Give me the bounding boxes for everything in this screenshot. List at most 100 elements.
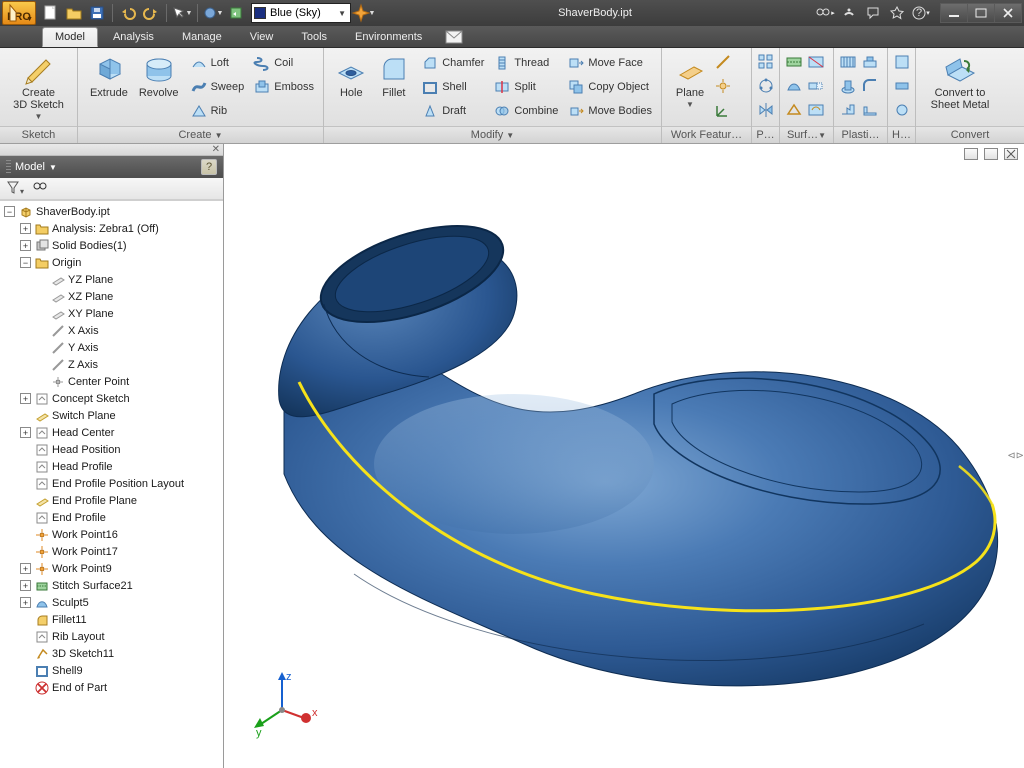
notification-mail-icon[interactable] [443, 27, 465, 47]
tree-item[interactable]: Head Position [0, 441, 223, 458]
expand-icon[interactable]: + [20, 427, 31, 438]
tree-item[interactable]: +Work Point9 [0, 560, 223, 577]
tree-item[interactable]: +Analysis: Zebra1 (Off) [0, 220, 223, 237]
rib-button[interactable]: Rib [188, 100, 248, 122]
tree-item[interactable]: −Origin [0, 254, 223, 271]
replace-face-icon[interactable] [806, 100, 826, 120]
tree-item[interactable]: XY Plane [0, 305, 223, 322]
tree-item[interactable]: Z Axis [0, 356, 223, 373]
browser-help-icon[interactable]: ? [201, 159, 217, 175]
rest-icon[interactable] [860, 52, 880, 72]
panel-modify-title[interactable]: Modify ▼ [324, 126, 661, 143]
ucs-icon[interactable] [713, 100, 733, 120]
tree-item[interactable]: +Head Center [0, 424, 223, 441]
tree-item[interactable]: End Profile Position Layout [0, 475, 223, 492]
communication-icon[interactable] [861, 2, 885, 24]
split-button[interactable]: Split [491, 76, 561, 98]
coil-button[interactable]: Coil [251, 52, 317, 74]
hole-button[interactable]: Hole [330, 52, 373, 99]
search-toggle-icon[interactable]: ▸ [813, 2, 837, 24]
collapse-icon[interactable]: − [4, 206, 15, 217]
tree-item[interactable]: +Solid Bodies(1) [0, 237, 223, 254]
panel-create-title[interactable]: Create ▼ [78, 126, 323, 143]
extrude-button[interactable]: Extrude [84, 52, 134, 99]
find-icon[interactable] [32, 180, 48, 197]
tree-item[interactable]: Fillet11 [0, 611, 223, 628]
tab-tools[interactable]: Tools [288, 27, 340, 47]
grill-icon[interactable] [838, 52, 858, 72]
tree-item[interactable]: +Concept Sketch [0, 390, 223, 407]
undo-icon[interactable] [117, 2, 139, 24]
help-icon[interactable]: ?▾ [909, 2, 933, 24]
tree-item[interactable]: Switch Plane [0, 407, 223, 424]
stitch-icon[interactable] [784, 52, 804, 72]
create-3d-sketch-button[interactable]: Create 3D Sketch ▼ [6, 52, 71, 121]
filter-funnel-icon[interactable]: ▾ [6, 180, 24, 197]
tree-item[interactable]: Work Point16 [0, 526, 223, 543]
move-face-button[interactable]: Move Face [565, 52, 655, 74]
snap-fit-icon[interactable] [838, 100, 858, 120]
graphics-viewport[interactable]: ⊲⊳ [224, 144, 1024, 768]
expand-icon[interactable]: + [20, 240, 31, 251]
mirror-icon[interactable] [756, 100, 776, 120]
rectangular-pattern-icon[interactable] [756, 52, 776, 72]
revolve-button[interactable]: Revolve [134, 52, 184, 99]
sweep-button[interactable]: Sweep [188, 76, 248, 98]
expand-icon[interactable]: + [20, 563, 31, 574]
browser-close-icon[interactable]: ✕ [212, 144, 220, 155]
browser-header[interactable]: Model ▼ ? [0, 156, 223, 178]
tree-item[interactable]: Head Profile [0, 458, 223, 475]
return-icon[interactable] [225, 2, 247, 24]
minimize-button[interactable] [940, 3, 968, 23]
material-icon[interactable]: ▼ [202, 2, 224, 24]
tree-item[interactable]: 3D Sketch11 [0, 645, 223, 662]
boundary-patch-icon[interactable] [784, 100, 804, 120]
draft-button[interactable]: Draft [419, 100, 487, 122]
tab-model[interactable]: Model [42, 27, 98, 47]
tree-item[interactable]: Work Point17 [0, 543, 223, 560]
expand-icon[interactable]: + [20, 393, 31, 404]
select-icon[interactable]: ▼ [171, 2, 193, 24]
color-style-dropdown[interactable]: Blue (Sky) ▼ [251, 3, 351, 23]
sculpt-icon[interactable] [784, 76, 804, 96]
work-point-icon[interactable] [713, 76, 733, 96]
tree-item[interactable]: XZ Plane [0, 288, 223, 305]
save-icon[interactable] [86, 2, 108, 24]
convert-sheet-metal-button[interactable]: Convert to Sheet Metal [922, 52, 998, 111]
extend-surface-icon[interactable] [806, 76, 826, 96]
close-button[interactable] [994, 3, 1022, 23]
favorites-icon[interactable] [885, 2, 909, 24]
expand-icon[interactable]: + [20, 223, 31, 234]
redo-icon[interactable] [140, 2, 162, 24]
copy-object-button[interactable]: Copy Object [565, 76, 655, 98]
open-file-icon[interactable] [63, 2, 85, 24]
tree-item[interactable]: End of Part [0, 679, 223, 696]
tree-item[interactable]: Center Point [0, 373, 223, 390]
expand-icon[interactable]: + [20, 580, 31, 591]
harness-icon-1[interactable] [892, 52, 912, 72]
shell-button[interactable]: Shell [419, 76, 487, 98]
subscription-icon[interactable] [837, 2, 861, 24]
rule-fillet-icon[interactable] [860, 76, 880, 96]
tab-environments[interactable]: Environments [342, 27, 435, 47]
application-menu-button[interactable]: PRO ▼ [2, 1, 36, 25]
tree-item[interactable]: X Axis [0, 322, 223, 339]
tree-item[interactable]: End Profile Plane [0, 492, 223, 509]
circular-pattern-icon[interactable] [756, 76, 776, 96]
appearance-new-icon[interactable]: ▼ [353, 2, 375, 24]
tab-view[interactable]: View [237, 27, 287, 47]
fillet-button[interactable]: Fillet [373, 52, 416, 99]
tab-manage[interactable]: Manage [169, 27, 235, 47]
harness-icon-3[interactable] [892, 100, 912, 120]
view-triad[interactable]: z y x [254, 668, 324, 738]
move-bodies-button[interactable]: Move Bodies [565, 100, 655, 122]
chamfer-button[interactable]: Chamfer [419, 52, 487, 74]
browser-tree[interactable]: −ShaverBody.ipt+Analysis: Zebra1 (Off)+S… [0, 200, 223, 768]
collapse-icon[interactable]: − [20, 257, 31, 268]
boss-icon[interactable] [838, 76, 858, 96]
plane-button[interactable]: Plane▼ [668, 52, 712, 109]
loft-button[interactable]: Loft [188, 52, 248, 74]
maximize-button[interactable] [967, 3, 995, 23]
panel-surface-title[interactable]: Surf…▼ [780, 126, 833, 143]
tree-item[interactable]: Rib Layout [0, 628, 223, 645]
